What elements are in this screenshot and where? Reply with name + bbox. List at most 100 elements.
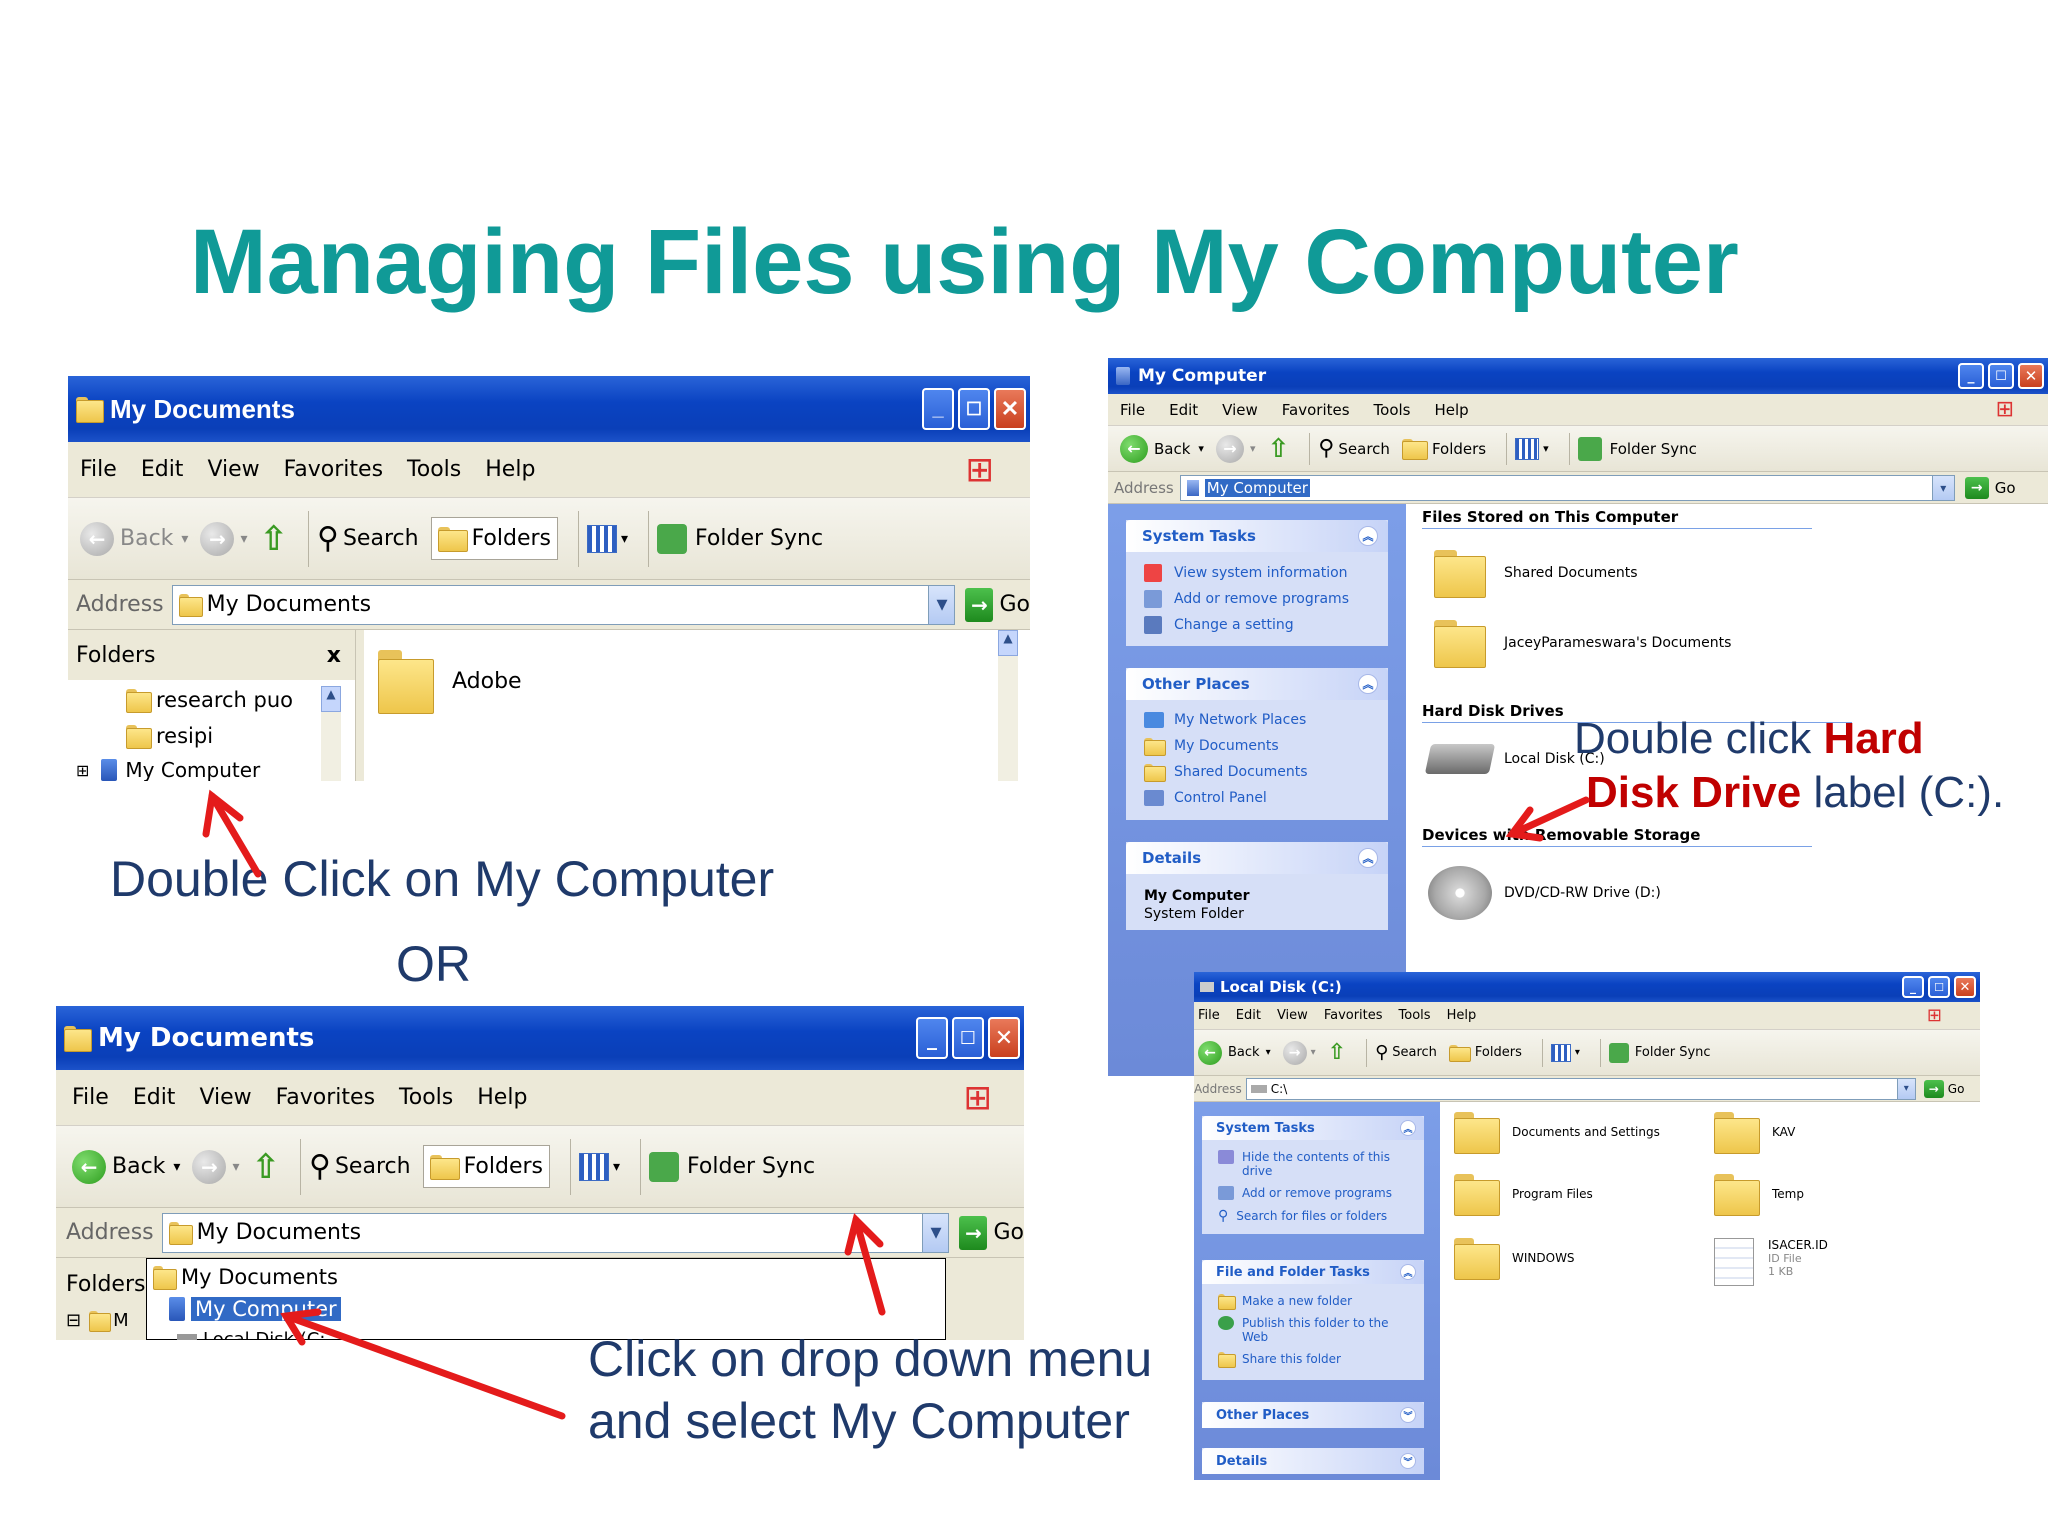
search-button[interactable]: ⚲ Search bbox=[1318, 436, 1390, 461]
search-button[interactable]: ⚲ Search bbox=[1375, 1042, 1437, 1063]
close-button[interactable]: ✕ bbox=[988, 1017, 1020, 1059]
task-link[interactable]: Change a setting bbox=[1144, 616, 1294, 634]
forward-button[interactable]: → ▾ bbox=[192, 1149, 239, 1184]
go-button[interactable]: → Go bbox=[959, 1215, 1024, 1250]
other-places-header[interactable]: Other Places ︾ bbox=[1202, 1402, 1424, 1428]
address-dropdown-button[interactable]: ▾ bbox=[1896, 1078, 1915, 1099]
task-link[interactable]: Add or remove programs bbox=[1144, 590, 1349, 608]
menu-edit[interactable]: Edit bbox=[1169, 401, 1198, 419]
close-button[interactable]: ✕ bbox=[2018, 363, 2044, 389]
menu-tools[interactable]: Tools bbox=[1399, 1008, 1431, 1023]
forward-button[interactable]: → ▾ bbox=[200, 521, 247, 556]
tree-item[interactable]: resipi bbox=[126, 724, 213, 749]
dropdown-item[interactable]: My Documents bbox=[153, 1265, 338, 1290]
address-dropdown-button[interactable]: ▾ bbox=[1931, 475, 1954, 500]
place-link[interactable]: My Documents bbox=[1144, 738, 1279, 756]
minimize-button[interactable]: _ bbox=[1958, 363, 1984, 389]
address-dropdown-button[interactable]: ▾ bbox=[928, 585, 955, 624]
menu-file[interactable]: File bbox=[80, 457, 117, 482]
collapse-chevron-icon[interactable]: ︽ bbox=[1400, 1264, 1416, 1280]
forward-button[interactable]: → ▾ bbox=[1282, 1040, 1316, 1065]
address-field[interactable]: My Documents ▾ bbox=[161, 1212, 950, 1253]
menu-edit[interactable]: Edit bbox=[133, 1085, 176, 1110]
menu-view[interactable]: View bbox=[1222, 401, 1258, 419]
menu-view[interactable]: View bbox=[199, 1085, 251, 1110]
search-button[interactable]: ⚲ Search bbox=[309, 1149, 411, 1184]
details-header[interactable]: Details ︾ bbox=[1202, 1448, 1424, 1474]
go-button[interactable]: → Go bbox=[1923, 1079, 1964, 1098]
close-button[interactable]: ✕ bbox=[1954, 976, 1976, 998]
system-tasks-header[interactable]: System Tasks ︽ bbox=[1126, 520, 1388, 552]
expand-icon[interactable]: ⊞ bbox=[76, 761, 89, 780]
dropdown-item[interactable]: Local Disk (C: bbox=[177, 1329, 325, 1340]
maximize-button[interactable]: ☐ bbox=[958, 388, 990, 430]
task-link[interactable]: Publish this folder to the Web bbox=[1218, 1316, 1418, 1344]
address-dropdown-button[interactable]: ▾ bbox=[922, 1213, 949, 1252]
folder-item[interactable]: JaceyParameswara's Documents bbox=[1434, 620, 1731, 668]
folder-item[interactable]: Temp bbox=[1714, 1174, 1804, 1216]
place-link[interactable]: Shared Documents bbox=[1144, 764, 1308, 782]
go-button[interactable]: → Go bbox=[965, 587, 1030, 622]
menu-tools[interactable]: Tools bbox=[407, 457, 461, 482]
forward-button[interactable]: → ▾ bbox=[1215, 434, 1255, 463]
menu-edit[interactable]: Edit bbox=[141, 457, 184, 482]
up-folder-button[interactable]: ⇧ bbox=[251, 1147, 280, 1187]
maximize-button[interactable]: ☐ bbox=[1988, 363, 2014, 389]
maximize-button[interactable]: ☐ bbox=[1928, 976, 1950, 998]
folders-button[interactable]: Folders bbox=[1401, 438, 1486, 461]
folder-item[interactable]: Documents and Settings bbox=[1454, 1112, 1660, 1154]
details-header[interactable]: Details ︽ bbox=[1126, 842, 1388, 874]
file-item[interactable]: ISACER.ID ID File 1 KB bbox=[1714, 1238, 1828, 1286]
folders-button[interactable]: Folders bbox=[430, 517, 559, 560]
tree-scrollbar[interactable]: ▲ bbox=[321, 686, 341, 781]
menu-help[interactable]: Help bbox=[1435, 401, 1469, 419]
place-link[interactable]: Control Panel bbox=[1144, 790, 1267, 806]
folder-item[interactable]: KAV bbox=[1714, 1112, 1795, 1154]
collapse-chevron-icon[interactable]: ︽ bbox=[1400, 1120, 1416, 1136]
menu-tools[interactable]: Tools bbox=[399, 1085, 453, 1110]
search-button[interactable]: ⚲ Search bbox=[317, 521, 419, 556]
file-folder-tasks-header[interactable]: File and Folder Tasks ︽ bbox=[1202, 1260, 1424, 1284]
up-folder-button[interactable]: ⇧ bbox=[259, 519, 288, 559]
go-button[interactable]: → Go bbox=[1964, 476, 2016, 499]
address-field[interactable]: My Documents ▾ bbox=[171, 584, 956, 625]
address-field[interactable]: C:\ ▾ bbox=[1245, 1077, 1916, 1100]
other-places-header[interactable]: Other Places ︽ bbox=[1126, 668, 1388, 700]
folder-item[interactable]: Program Files bbox=[1454, 1174, 1593, 1216]
back-button[interactable]: ← Back ▾ bbox=[1198, 1040, 1271, 1065]
folder-item[interactable]: WINDOWS bbox=[1454, 1238, 1575, 1280]
menu-edit[interactable]: Edit bbox=[1236, 1008, 1261, 1023]
up-folder-button[interactable]: ⇧ bbox=[1267, 434, 1289, 464]
minimize-button[interactable]: _ bbox=[916, 1017, 948, 1059]
menu-favorites[interactable]: Favorites bbox=[276, 1085, 375, 1110]
folder-item-adobe[interactable]: Adobe bbox=[378, 650, 522, 714]
menu-view[interactable]: View bbox=[1277, 1008, 1308, 1023]
back-button[interactable]: ← Back ▾ bbox=[80, 521, 188, 556]
minimize-button[interactable]: _ bbox=[1902, 976, 1924, 998]
views-button[interactable]: ▾ bbox=[579, 1152, 620, 1181]
minimize-button[interactable]: _ bbox=[922, 388, 954, 430]
menu-help[interactable]: Help bbox=[477, 1085, 527, 1110]
menu-help[interactable]: Help bbox=[1447, 1008, 1477, 1023]
system-tasks-header[interactable]: System Tasks ︽ bbox=[1202, 1116, 1424, 1140]
views-button[interactable]: ▾ bbox=[1550, 1043, 1580, 1062]
views-button[interactable]: ▾ bbox=[587, 524, 628, 553]
menu-favorites[interactable]: Favorites bbox=[284, 457, 383, 482]
folder-sync-button[interactable]: Folder Sync bbox=[1608, 1042, 1711, 1063]
close-button[interactable]: ✕ bbox=[994, 388, 1026, 430]
task-link[interactable]: Hide the contents of this drive bbox=[1218, 1150, 1418, 1178]
back-button[interactable]: ← Back ▾ bbox=[1120, 434, 1204, 463]
task-link[interactable]: Make a new folder bbox=[1218, 1294, 1352, 1310]
drive-item-dvd[interactable]: DVD/CD-RW Drive (D:) bbox=[1428, 866, 1661, 920]
collapse-icon[interactable]: ⊟ bbox=[66, 1310, 81, 1331]
folders-button[interactable]: Folders bbox=[1448, 1044, 1522, 1063]
expand-chevron-icon[interactable]: ︾ bbox=[1400, 1407, 1416, 1423]
content-scrollbar[interactable]: ▲ bbox=[998, 630, 1018, 781]
menu-tools[interactable]: Tools bbox=[1374, 401, 1411, 419]
expand-chevron-icon[interactable]: ︾ bbox=[1400, 1453, 1416, 1469]
tree-item[interactable]: research puo bbox=[126, 688, 293, 713]
up-folder-button[interactable]: ⇧ bbox=[1328, 1040, 1346, 1065]
collapse-chevron-icon[interactable]: ︽ bbox=[1358, 848, 1378, 868]
dropdown-item-my-computer[interactable]: My Computer bbox=[169, 1297, 341, 1321]
menu-help[interactable]: Help bbox=[485, 457, 535, 482]
